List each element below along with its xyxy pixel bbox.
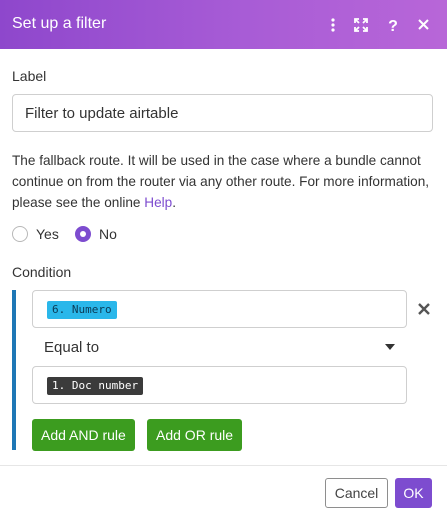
- expand-icon[interactable]: [348, 0, 374, 49]
- right-operand-field[interactable]: 1. Doc number: [32, 366, 407, 404]
- footer-divider: [0, 465, 447, 466]
- fallback-description: The fallback route. It will be used in t…: [12, 150, 437, 213]
- caret-down-icon: [385, 344, 395, 350]
- description-period: .: [172, 195, 177, 210]
- close-icon[interactable]: [410, 0, 436, 49]
- add-and-rule-button[interactable]: Add AND rule: [32, 419, 135, 451]
- operator-value: Equal to: [44, 338, 100, 356]
- label-field-label: Label: [12, 68, 47, 84]
- cancel-button[interactable]: Cancel: [325, 478, 388, 508]
- yes-radio-label: Yes: [36, 226, 59, 242]
- delete-condition-icon[interactable]: [415, 300, 433, 318]
- left-operand-field[interactable]: 6. Numero: [32, 290, 407, 328]
- add-or-rule-button[interactable]: Add OR rule: [147, 419, 243, 451]
- no-radio-label: No: [99, 226, 117, 242]
- radio-option-no[interactable]: No: [75, 225, 117, 243]
- svg-text:?: ?: [388, 18, 398, 33]
- help-icon[interactable]: ?: [380, 0, 406, 49]
- help-link[interactable]: Help: [144, 195, 172, 210]
- fallback-description-text: The fallback route. It will be used in t…: [12, 153, 430, 210]
- condition-label: Condition: [12, 264, 72, 280]
- kebab-menu-icon[interactable]: [320, 0, 346, 49]
- operator-select[interactable]: Equal to: [32, 330, 407, 364]
- radio-option-yes[interactable]: Yes: [12, 225, 59, 243]
- no-radio[interactable]: [75, 226, 91, 242]
- yes-radio[interactable]: [12, 226, 28, 242]
- dialog-title: Set up a filter: [12, 15, 107, 32]
- dialog-header: Set up a filter ?: [0, 0, 447, 49]
- condition-group-bar: [12, 290, 16, 450]
- right-operand-pill[interactable]: 1. Doc number: [47, 377, 144, 395]
- label-input[interactable]: [12, 94, 433, 132]
- ok-button[interactable]: OK: [395, 478, 432, 508]
- left-operand-pill[interactable]: 6. Numero: [47, 301, 117, 319]
